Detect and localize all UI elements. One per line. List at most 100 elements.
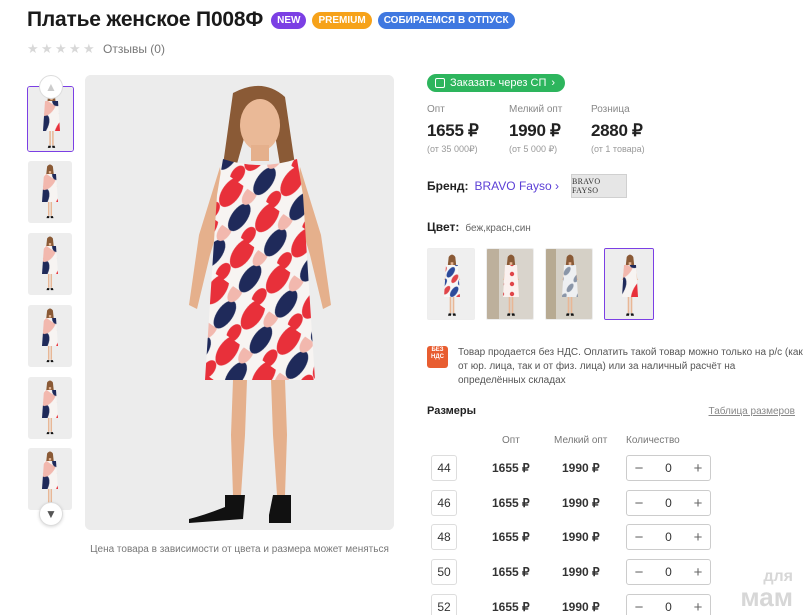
- main-product-image[interactable]: [85, 75, 394, 530]
- brand-link[interactable]: BRAVO Fayso ›: [475, 179, 559, 193]
- price-value: 1990 ₽: [509, 121, 561, 140]
- chevron-right-icon: ›: [551, 77, 556, 89]
- size-label: 50: [431, 559, 457, 585]
- size-row: 46 1655 ₽ 1990 ₽ − 0 +: [431, 490, 801, 518]
- quantity-stepper: − 0 +: [626, 490, 711, 516]
- price-wholesale: Опт 1655 ₽ (от 35 000₽): [427, 104, 509, 155]
- rating-row: ★ ★ ★ ★ ★ Отзывы (0): [27, 42, 165, 56]
- quantity-value[interactable]: 0: [665, 461, 672, 475]
- color-value: беж,красн,син: [465, 223, 531, 234]
- sizes-title: Размеры: [427, 405, 477, 417]
- price-condition: (от 35 000₽): [427, 144, 478, 154]
- brand-logo[interactable]: BRAVO FAYSO: [570, 174, 627, 198]
- price-condition: (от 5 000 ₽): [509, 144, 558, 154]
- price-label: Розница: [591, 104, 630, 115]
- thumbnail[interactable]: [28, 233, 72, 295]
- plus-button[interactable]: +: [692, 529, 704, 546]
- badge-premium[interactable]: PREMIUM: [312, 11, 372, 29]
- price-note: Цена товара в зависимости от цвета и раз…: [90, 544, 389, 555]
- thumbnail-strip: ▲ ▼: [27, 75, 75, 526]
- plus-button[interactable]: +: [692, 495, 704, 512]
- size-label: 48: [431, 524, 457, 550]
- minus-button[interactable]: −: [633, 495, 645, 512]
- star-icon: ★: [69, 41, 81, 57]
- star-icon: ★: [41, 41, 53, 57]
- rating-stars: ★ ★ ★ ★ ★: [27, 43, 97, 56]
- size-price-opt: 1655 ₽: [492, 565, 530, 579]
- no-vat-icon: БЕЗ НДС: [427, 346, 448, 368]
- size-row: 44 1655 ₽ 1990 ₽ − 0 +: [431, 455, 801, 483]
- product-title: Платье женское П008Ф: [27, 8, 264, 31]
- quantity-value[interactable]: 0: [665, 600, 672, 614]
- minus-button[interactable]: −: [633, 564, 645, 581]
- star-icon: ★: [27, 41, 39, 57]
- vat-notice-text: Товар продается без НДС. Оплатить такой …: [458, 347, 803, 386]
- plus-button[interactable]: +: [692, 564, 704, 581]
- size-chart-link[interactable]: Таблица размеров: [709, 406, 795, 417]
- column-header-small-opt: Мелкий опт: [554, 435, 608, 446]
- order-sp-label: Заказать через СП: [450, 77, 547, 89]
- star-icon: ★: [55, 41, 67, 57]
- quantity-value[interactable]: 0: [665, 565, 672, 579]
- color-swatch[interactable]: [545, 248, 593, 320]
- color-swatches: [427, 248, 665, 320]
- size-label: 52: [431, 594, 457, 615]
- quantity-value[interactable]: 0: [665, 530, 672, 544]
- quantity-value[interactable]: 0: [665, 496, 672, 510]
- size-price-opt: 1655 ₽: [492, 461, 530, 475]
- brand-name: BRAVO Fayso: [474, 179, 552, 193]
- size-price-opt: 1655 ₽: [492, 600, 530, 614]
- size-price-small-opt: 1990 ₽: [562, 565, 600, 579]
- color-swatch-selected[interactable]: [604, 248, 654, 320]
- price-label: Опт: [427, 104, 445, 115]
- minus-button[interactable]: −: [633, 529, 645, 546]
- color-swatch[interactable]: [486, 248, 534, 320]
- badge-vacation[interactable]: СОБИРАЕМСЯ В ОТПУСК: [377, 11, 515, 29]
- chevron-up-icon[interactable]: ▲: [39, 75, 63, 99]
- quantity-stepper: − 0 +: [626, 524, 711, 550]
- brand-label: Бренд:: [427, 179, 469, 193]
- star-icon: ★: [83, 41, 95, 57]
- size-price-small-opt: 1990 ₽: [562, 496, 600, 510]
- color-label: Цвет:: [427, 220, 460, 234]
- quantity-stepper: − 0 +: [626, 455, 711, 481]
- price-condition: (от 1 товара): [591, 144, 645, 154]
- product-header: Платье женское П008Ф NEW PREMIUM СОБИРАЕ…: [27, 8, 515, 32]
- site-watermark: для мам: [740, 567, 793, 612]
- plus-button[interactable]: +: [692, 460, 704, 477]
- reviews-link[interactable]: Отзывы (0): [103, 42, 165, 56]
- color-swatch[interactable]: [427, 248, 475, 320]
- thumbnail[interactable]: [28, 448, 72, 510]
- minus-button[interactable]: −: [633, 599, 645, 615]
- order-sp-button[interactable]: Заказать через СП ›: [427, 74, 566, 92]
- price-label: Мелкий опт: [509, 104, 563, 115]
- size-price-small-opt: 1990 ₽: [562, 530, 600, 544]
- brand-row: Бренд: BRAVO Fayso › BRAVO FAYSO: [427, 174, 627, 198]
- size-price-small-opt: 1990 ₽: [562, 461, 600, 475]
- size-price-opt: 1655 ₽: [492, 496, 530, 510]
- thumbnail[interactable]: [28, 305, 72, 367]
- column-header-qty: Количество: [626, 435, 680, 446]
- column-header-opt: Опт: [502, 435, 520, 446]
- watermark-line2: мам: [740, 582, 793, 612]
- color-row: Цвет: беж,красн,син: [427, 220, 531, 234]
- size-label: 44: [431, 455, 457, 481]
- quantity-stepper: − 0 +: [626, 594, 711, 615]
- size-row: 48 1655 ₽ 1990 ₽ − 0 +: [431, 524, 801, 552]
- size-price-opt: 1655 ₽: [492, 530, 530, 544]
- quantity-stepper: − 0 +: [626, 559, 711, 585]
- chevron-down-icon[interactable]: ▼: [39, 502, 63, 526]
- bag-icon: [435, 78, 445, 88]
- badge-new[interactable]: NEW: [271, 11, 307, 29]
- price-value: 1655 ₽: [427, 121, 479, 140]
- price-retail: Розница 2880 ₽ (от 1 товара): [591, 104, 673, 155]
- price-block: Опт 1655 ₽ (от 35 000₽) Мелкий опт 1990 …: [427, 104, 673, 155]
- vat-notice: БЕЗ НДС Товар продается без НДС. Оплатит…: [427, 346, 803, 388]
- thumbnail[interactable]: [28, 161, 72, 223]
- minus-button[interactable]: −: [633, 460, 645, 477]
- plus-button[interactable]: +: [692, 599, 704, 615]
- thumbnail[interactable]: [28, 377, 72, 439]
- price-small-wholesale: Мелкий опт 1990 ₽ (от 5 000 ₽): [509, 104, 591, 155]
- price-value: 2880 ₽: [591, 121, 643, 140]
- size-price-small-opt: 1990 ₽: [562, 600, 600, 614]
